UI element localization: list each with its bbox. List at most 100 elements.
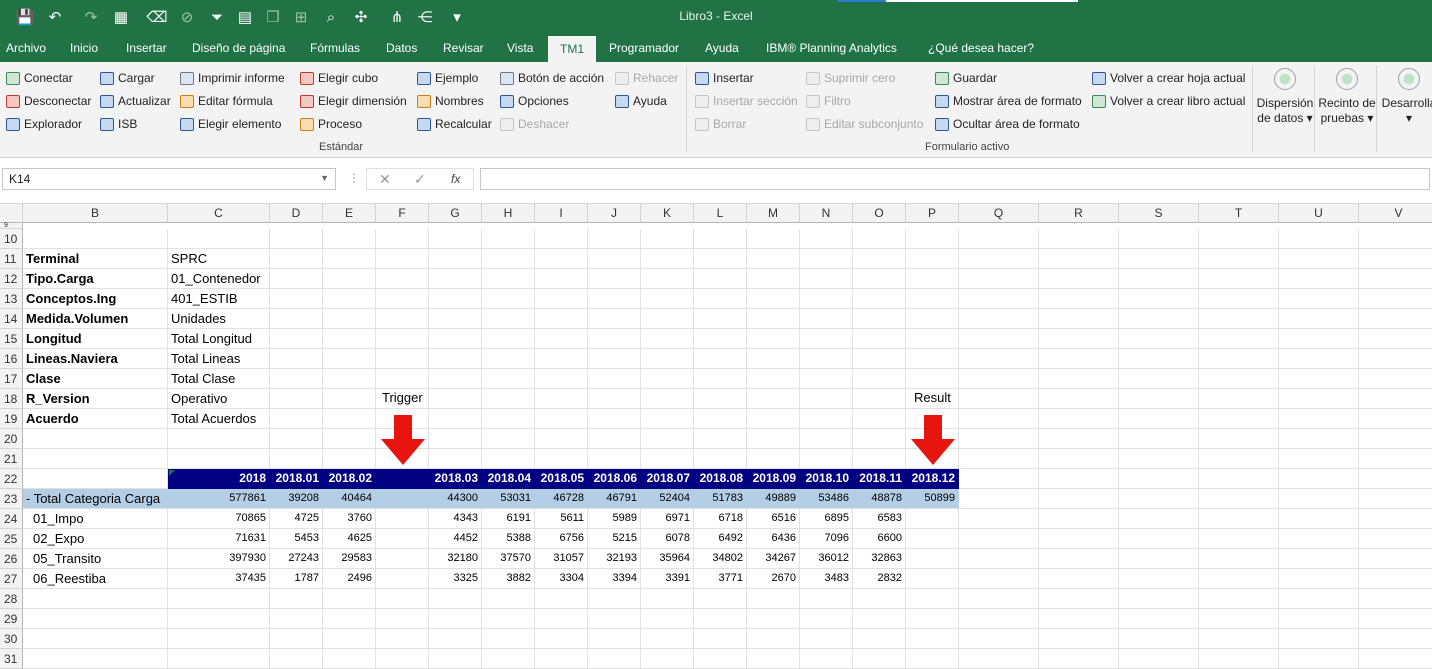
grid-cell[interactable] [429,409,482,429]
column-header-K[interactable]: K [641,204,694,223]
row-header-27[interactable]: 27 [0,569,23,589]
grid-cell[interactable] [959,529,1039,549]
grid-cell[interactable] [429,589,482,609]
data-cell[interactable]: 39208 [270,489,323,509]
grid-cell[interactable] [747,349,800,369]
grid-cell[interactable] [694,449,747,469]
param-value[interactable]: Total Clase [168,369,270,389]
grid-cell[interactable] [906,349,959,369]
grid-cell[interactable] [1279,649,1359,669]
data-cell[interactable]: 5388 [482,529,535,549]
grid-cell[interactable] [1279,269,1359,289]
grid-cell[interactable] [1119,629,1199,649]
grid-cell[interactable] [800,309,853,329]
row-header-15[interactable]: 15 [0,329,23,349]
data-cell[interactable]: 5611 [535,509,588,529]
grid-cell[interactable] [429,609,482,629]
grid-cell[interactable] [429,329,482,349]
data-cell[interactable]: 3760 [323,509,376,529]
row-header-13[interactable]: 13 [0,289,23,309]
grid-cell[interactable] [323,369,376,389]
undo-icon[interactable]: ↶ [44,6,66,28]
grid-cell[interactable] [1039,589,1119,609]
data-cell[interactable]: 3771 [694,569,747,589]
row-header-31[interactable]: 31 [0,649,23,669]
grid-cell[interactable] [270,229,323,249]
grid-cell[interactable] [694,349,747,369]
grid-cell[interactable] [1279,289,1359,309]
menu-tab-12[interactable]: ¿Qué desea hacer? [928,41,1034,55]
data-cell[interactable]: 2670 [747,569,800,589]
data-cell[interactable]: 7096 [800,529,853,549]
data-cell[interactable]: 52404 [641,489,694,509]
select-all-corner[interactable] [0,204,23,223]
grid-cell[interactable] [588,409,641,429]
grid-cell[interactable] [535,269,588,289]
data-cell[interactable]: 37435 [168,569,270,589]
data-cell[interactable]: 5453 [270,529,323,549]
filter-icon[interactable]: ⏷ [206,6,228,28]
grid-cell[interactable] [694,649,747,669]
grid-cell[interactable] [323,389,376,409]
grid-cell[interactable] [588,249,641,269]
grid-cell[interactable] [270,269,323,289]
ribbon-btn-ribbon-formulario-col4-1[interactable]: Volver a crear libro actual [1092,91,1245,111]
menu-tab-5[interactable]: Datos [386,41,417,55]
grid-cell[interactable] [800,609,853,629]
grid-cell[interactable] [429,309,482,329]
period-header[interactable]: 2018.05 [535,469,588,489]
ribbon-btn-ribbon-estandar-col3-1[interactable]: Editar fórmula [180,91,273,111]
grid-cell[interactable] [588,449,641,469]
grid-cell[interactable] [482,309,535,329]
grid-cell[interactable] [1359,569,1432,589]
grid-cell[interactable] [641,309,694,329]
grid-cell[interactable] [800,229,853,249]
column-header-V[interactable]: V [1359,204,1432,223]
grid-cell[interactable] [376,349,429,369]
data-cell[interactable]: 4625 [323,529,376,549]
menu-tab-4[interactable]: Fórmulas [310,41,360,55]
data-cell[interactable]: 34267 [747,549,800,569]
data-cell[interactable] [376,509,429,529]
grid-cell[interactable] [641,449,694,469]
grid-cell[interactable] [641,369,694,389]
grid-cell[interactable] [641,269,694,289]
grid-cell[interactable] [429,649,482,669]
grid-cell[interactable] [641,409,694,429]
param-label[interactable]: Lineas.Naviera [23,349,168,369]
data-cell[interactable]: 40464 [323,489,376,509]
grid-cell[interactable] [959,629,1039,649]
grid-cell[interactable] [1279,469,1359,489]
grid-cell[interactable] [800,289,853,309]
grid-cell[interactable] [1039,289,1119,309]
grid-cell[interactable] [1199,269,1279,289]
period-header[interactable]: 2018.02 [323,469,376,489]
category-row-label[interactable]: 02_Expo [23,529,168,549]
ribbon-btn-ribbon-formulario-col2-0[interactable]: Suprimir cero [806,68,895,88]
grid-cell[interactable] [1279,509,1359,529]
param-label[interactable]: Conceptos.Ing [23,289,168,309]
cancel-icon[interactable]: ✕ [379,171,391,188]
grid-cell[interactable] [1039,569,1119,589]
grid-cell[interactable] [376,229,429,249]
grid-cell[interactable] [853,309,906,329]
row-header-16[interactable]: 16 [0,349,23,369]
grid-cell[interactable] [1199,569,1279,589]
grid-cell[interactable] [1199,289,1279,309]
param-label[interactable]: Longitud [23,329,168,349]
grid-cell[interactable] [482,369,535,389]
ribbon-btn-ribbon-formulario-col1-1[interactable]: Insertar sección [695,91,798,111]
column-header-T[interactable]: T [1199,204,1279,223]
row-header-18[interactable]: 18 [0,389,23,409]
grid-cell[interactable] [1199,509,1279,529]
grid-cell[interactable] [1359,649,1432,669]
grid-cell[interactable] [694,369,747,389]
ribbon-btn-ribbon-formulario-col2-2[interactable]: Editar subconjunto [806,114,923,134]
grid-cell[interactable] [482,609,535,629]
grid-cell[interactable] [853,429,906,449]
data-cell[interactable]: 46791 [588,489,641,509]
data-cell[interactable]: 6492 [694,529,747,549]
grid-cell[interactable] [323,249,376,269]
period-header[interactable]: 2018.12 [906,469,959,489]
ribbon-btn-ribbon-formulario-col4-0[interactable]: Volver a crear hoja actual [1092,68,1245,88]
